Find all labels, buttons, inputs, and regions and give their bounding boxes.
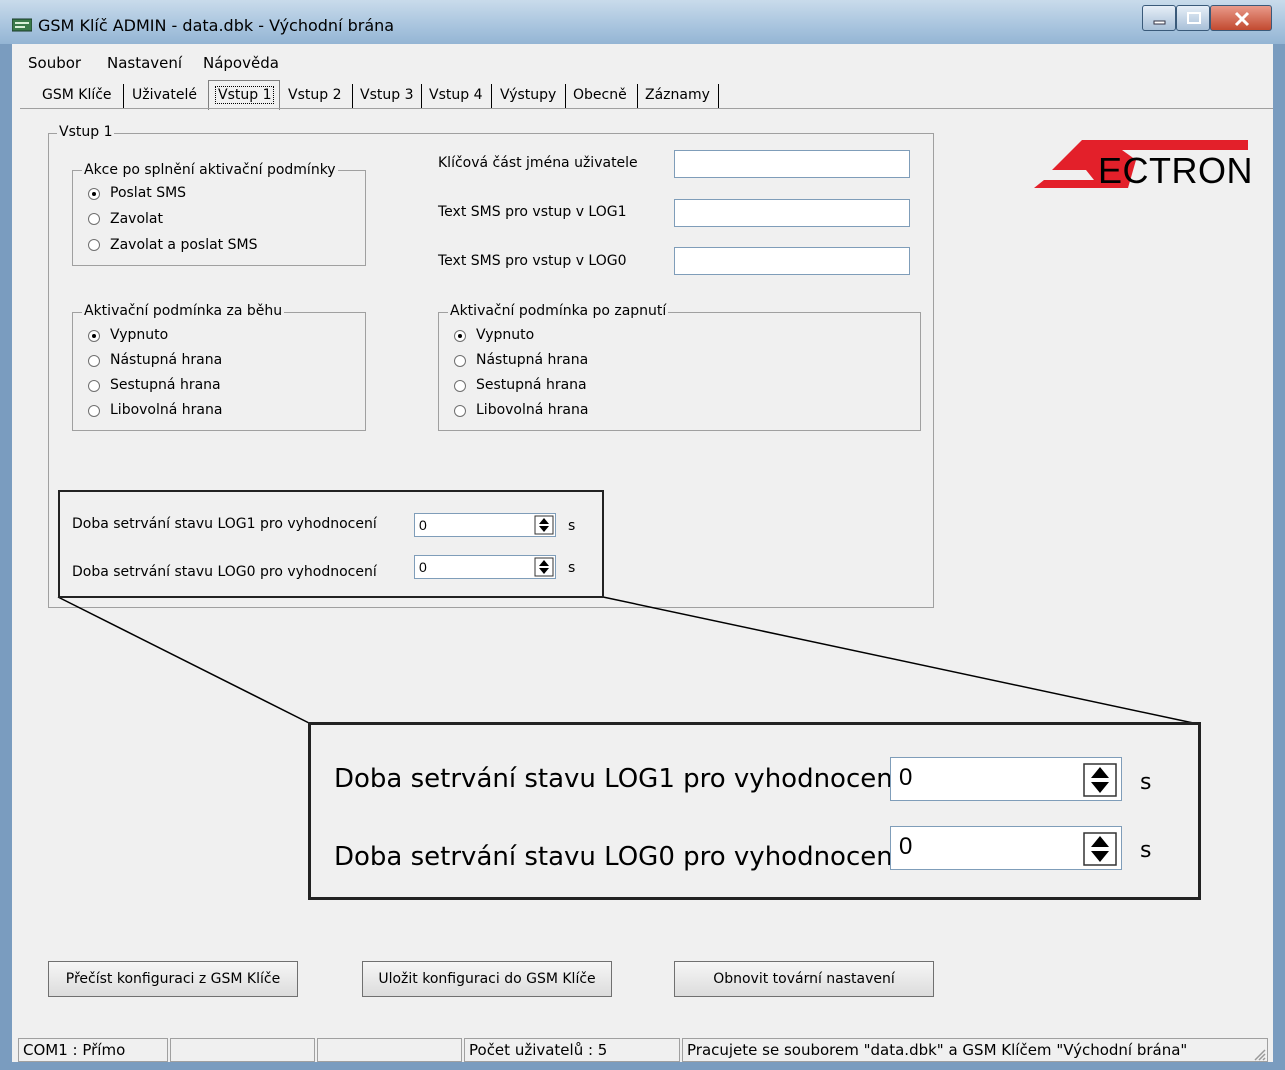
hold-log1-unit: s <box>568 518 576 534</box>
hold-time-highlight <box>58 490 604 598</box>
zoom-log0-label: Doba setrvání stavu LOG0 pro vyhodnocení <box>334 842 900 872</box>
read-config-button[interactable]: Přečíst konfiguraci z GSM Klíče <box>48 961 298 997</box>
hold-log0-label: Doba setrvání stavu LOG0 pro vyhodnocení <box>72 564 377 580</box>
zoom-log0-unit: s <box>1140 838 1152 863</box>
hold-log0-spinner[interactable] <box>534 557 554 577</box>
status-cell-2 <box>170 1038 315 1062</box>
hold-log0-unit: s <box>568 560 576 576</box>
spin-arrows-icon <box>1083 832 1117 866</box>
zoom-log0-spinner <box>1083 832 1117 866</box>
status-users: Počet uživatelů : 5 <box>464 1038 680 1062</box>
resize-grip-icon[interactable] <box>1252 1046 1266 1061</box>
status-port: COM1 : Přímo <box>18 1038 168 1062</box>
hold-log1-spinner[interactable] <box>534 515 554 535</box>
spin-arrows-icon <box>1083 763 1117 797</box>
zoom-callout <box>308 722 1201 900</box>
save-config-button[interactable]: Uložit konfiguraci do GSM Klíče <box>362 961 612 997</box>
factory-reset-button[interactable]: Obnovit tovární nastavení <box>674 961 934 997</box>
hold-log1-label: Doba setrvání stavu LOG1 pro vyhodnocení <box>72 516 377 532</box>
status-cell-3 <box>317 1038 462 1062</box>
status-message: Pracujete se souborem "data.dbk" a GSM K… <box>682 1038 1268 1062</box>
zoom-log1-spinner <box>1083 763 1117 797</box>
zoom-log1-label: Doba setrvání stavu LOG1 pro vyhodnocení <box>334 764 900 794</box>
spin-arrows-icon <box>534 515 554 535</box>
spin-arrows-icon <box>534 557 554 577</box>
zoom-log1-unit: s <box>1140 770 1152 795</box>
